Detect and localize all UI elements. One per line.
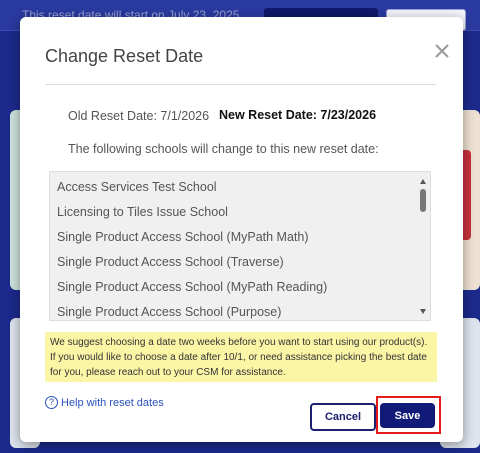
close-button[interactable] [430, 39, 454, 63]
list-item: Single Product Access School (Purpose) [57, 305, 282, 319]
scroll-up-arrow-icon[interactable] [420, 179, 426, 184]
notice-line: We suggest choosing a date two weeks bef… [50, 337, 428, 348]
list-item: Licensing to Tiles Issue School [57, 205, 228, 219]
list-item: Access Services Test School [57, 180, 217, 194]
scroll-down-arrow-icon[interactable] [420, 309, 426, 314]
new-reset-date: New Reset Date: 7/23/2026 [219, 108, 377, 122]
cancel-button[interactable]: Cancel [310, 403, 376, 431]
list-item: Single Product Access School (MyPath Rea… [57, 280, 328, 294]
scroll-thumb[interactable] [420, 189, 426, 212]
dialog-title: Change Reset Date [45, 46, 204, 66]
help-link-label: Help with reset dates [61, 396, 164, 409]
school-list-scrollbar[interactable] [417, 172, 429, 318]
change-reset-date-dialog: Change Reset Date Old Reset Date: 7/1/20… [20, 17, 463, 442]
notice-line: If you would like to choose a date after… [50, 352, 427, 363]
question-circle-icon: ? [45, 396, 58, 409]
suggestion-notice: We suggest choosing a date two weeks bef… [45, 332, 437, 382]
close-icon [435, 44, 449, 58]
list-item: Single Product Access School (MyPath Mat… [57, 230, 309, 244]
school-list[interactable]: Access Services Test School Licensing to… [49, 171, 431, 321]
help-reset-dates-link[interactable]: ? Help with reset dates [45, 396, 164, 409]
old-reset-date: Old Reset Date: 7/1/2026 [68, 109, 210, 123]
notice-line: for you, please reach out to your CSM fo… [50, 367, 286, 378]
intro-text: The following schools will change to thi… [68, 142, 379, 156]
save-button[interactable]: Save [380, 403, 435, 428]
list-item: Single Product Access School (Traverse) [57, 255, 284, 269]
header-divider [45, 84, 436, 85]
